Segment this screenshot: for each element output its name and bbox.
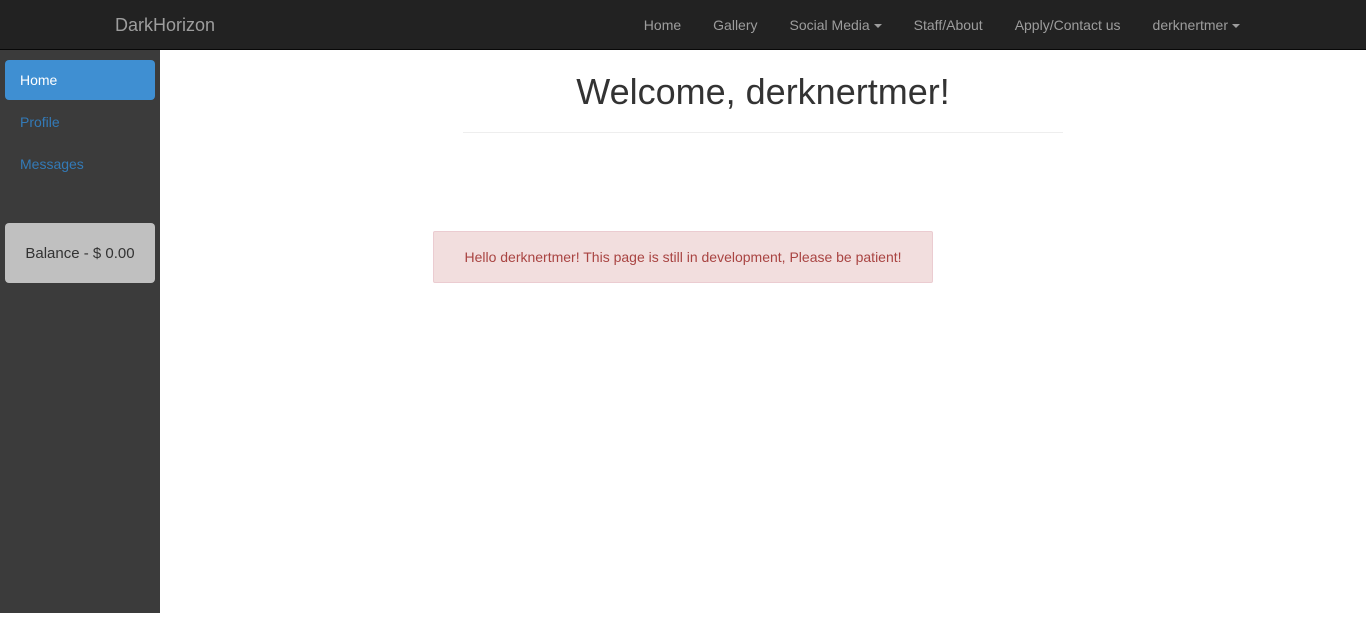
- navbar-link-staff-about[interactable]: Staff/About: [898, 0, 999, 50]
- navbar-menu: Home Gallery Social Media Staff/About Ap…: [628, 0, 1256, 50]
- development-alert: Hello derknertmer! This page is still in…: [433, 231, 933, 283]
- navbar-item-staff-about: Staff/About: [898, 0, 999, 50]
- navbar-link-gallery[interactable]: Gallery: [697, 0, 773, 50]
- navbar-link-social-media-label: Social Media: [789, 17, 870, 33]
- balance-label: Balance - $ 0.00: [25, 244, 135, 262]
- navbar-item-home: Home: [628, 0, 697, 50]
- balance-box: Balance - $ 0.00: [5, 223, 155, 283]
- page-title: Welcome, derknertmer!: [576, 71, 950, 112]
- navbar-link-social-media[interactable]: Social Media: [774, 0, 898, 50]
- navbar-link-apply-contact-label: Apply/Contact us: [1014, 17, 1121, 33]
- navbar-item-apply-contact: Apply/Contact us: [999, 0, 1137, 50]
- navbar-item-social-media: Social Media: [774, 0, 898, 50]
- sidebar-item-messages: Messages: [0, 144, 160, 184]
- navbar-link-gallery-label: Gallery: [713, 17, 758, 33]
- navbar-brand[interactable]: DarkHorizon: [115, 0, 215, 50]
- chevron-down-icon: [1232, 24, 1240, 29]
- development-alert-text: Hello derknertmer! This page is still in…: [464, 249, 902, 265]
- top-navbar: DarkHorizon Home Gallery Social Media St…: [0, 0, 1366, 50]
- navbar-link-user-label: derknertmer: [1152, 17, 1228, 33]
- navbar-link-staff-about-label: Staff/About: [913, 17, 983, 33]
- navbar-link-home[interactable]: Home: [628, 0, 697, 50]
- navbar-link-home-label: Home: [643, 17, 682, 33]
- header-divider: [463, 131, 1063, 133]
- main-content: Welcome, derknertmer! Hello derknertmer!…: [160, 50, 1366, 618]
- sidebar-link-messages[interactable]: Messages: [5, 144, 155, 184]
- sidebar-link-profile[interactable]: Profile: [5, 102, 155, 142]
- chevron-down-icon: [873, 24, 882, 29]
- page-header: Welcome, derknertmer!: [160, 50, 1366, 133]
- sidebar-nav: Home Profile Messages: [0, 50, 160, 184]
- navbar-link-user-menu[interactable]: derknertmer: [1137, 0, 1256, 50]
- navbar-item-user: derknertmer: [1137, 0, 1256, 50]
- sidebar-item-profile: Profile: [0, 102, 160, 142]
- sidebar: Home Profile Messages Balance - $ 0.00: [0, 50, 160, 613]
- navbar-item-gallery: Gallery: [697, 0, 773, 50]
- sidebar-link-home[interactable]: Home: [5, 60, 155, 100]
- navbar-link-apply-contact[interactable]: Apply/Contact us: [999, 0, 1137, 50]
- sidebar-item-home: Home: [0, 60, 160, 100]
